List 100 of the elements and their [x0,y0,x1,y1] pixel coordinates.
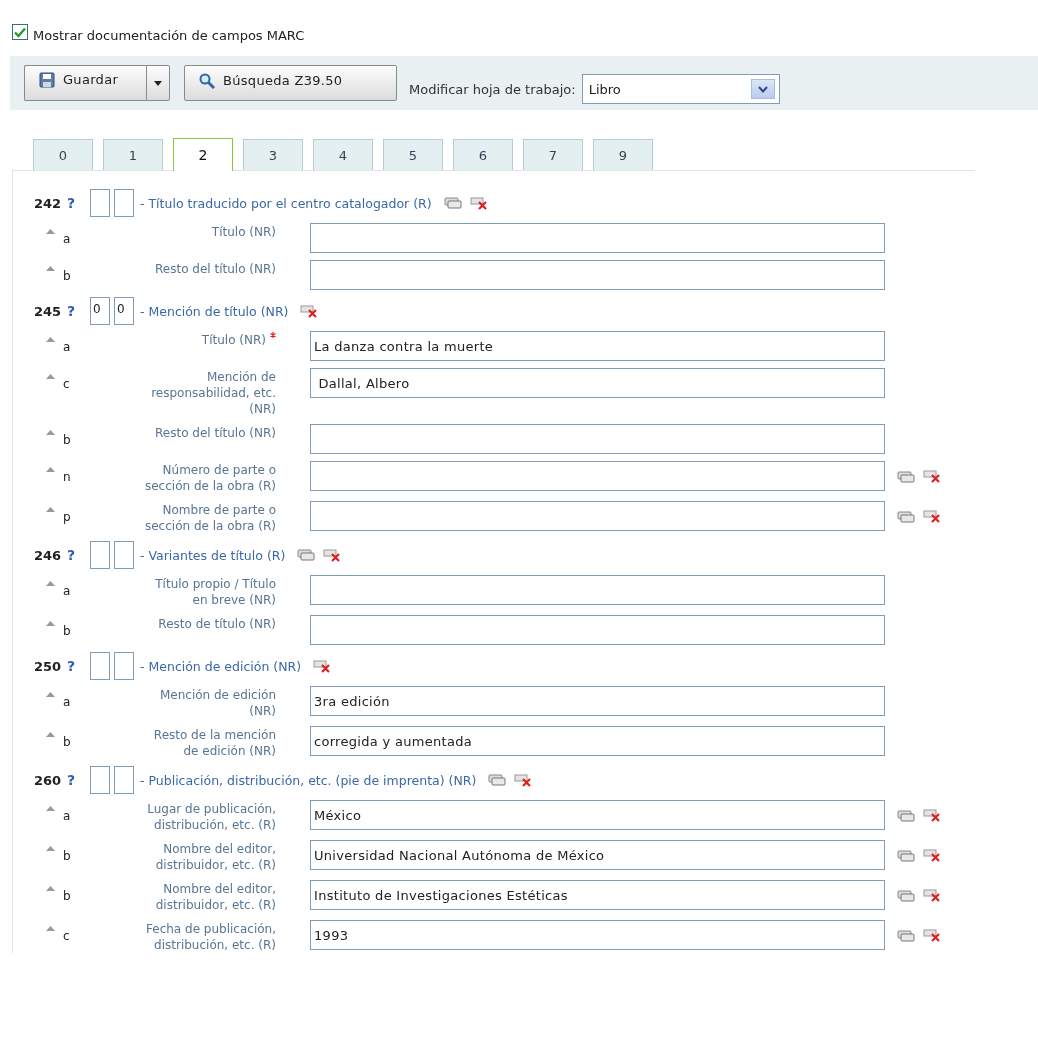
subfield-code: c [63,929,70,943]
input-field[interactable] [310,501,885,531]
help-link[interactable]: ? [67,303,90,319]
search-icon [199,73,215,89]
collapse-arrow-icon[interactable] [46,621,55,626]
subfield-label: Nombre del editor, distribuidor, etc. (R) [154,881,276,913]
indicator-field[interactable] [114,189,134,217]
input-field[interactable] [310,223,885,253]
delete-icon[interactable] [323,548,342,562]
field-tag: 260 [34,772,67,788]
help-link[interactable]: ? [67,772,90,788]
collapse-arrow-icon[interactable] [46,886,55,891]
delete-icon[interactable] [923,889,941,902]
clone-icon[interactable] [897,809,915,822]
clone-icon[interactable] [897,510,915,523]
subfield-code: b [63,735,71,749]
collapse-arrow-icon[interactable] [46,732,55,737]
tab[interactable]: 2 [173,138,233,171]
subfield-label: Mención de responsabilidad, etc. (NR) [150,369,276,417]
clone-icon[interactable] [897,929,915,942]
delete-icon[interactable] [923,809,941,822]
delete-icon[interactable] [469,196,488,210]
tab[interactable]: 5 [383,139,443,170]
help-link[interactable]: ? [67,195,90,211]
input-field[interactable]: México [310,800,885,830]
clone-icon[interactable] [297,549,316,561]
indicator-field[interactable] [90,652,110,680]
input-field[interactable]: Universidad Nacional Autónoma de México [310,840,885,870]
worksheet-select[interactable]: Libro [581,74,780,104]
input-field[interactable]: La danza contra la muerte [310,331,885,361]
field-tag: 250 [34,658,67,674]
subfield-label: Resto de la mención de edición (NR) [152,727,276,759]
help-link[interactable]: ? [67,658,90,674]
clone-icon[interactable] [897,470,915,483]
collapse-arrow-icon[interactable] [46,467,55,472]
input-field[interactable] [310,461,885,491]
delete-icon[interactable] [923,470,941,483]
search-button[interactable]: Búsqueda Z39.50 [184,65,397,101]
tab[interactable]: 6 [453,139,513,170]
clone-icon[interactable] [488,774,507,786]
subfield-label: Nombre del editor, distribuidor, etc. (R) [154,841,276,873]
indicator-field[interactable]: 0 [114,297,134,325]
input-field[interactable]: Instituto de Investigaciones Estéticas [310,880,885,910]
subfield-code: b [63,849,71,863]
indicator-field[interactable] [90,189,110,217]
save-button[interactable]: Guardar [24,65,146,101]
subfield-code: b [63,433,71,447]
tab[interactable]: 7 [523,139,583,170]
subfield-label: Resto del título (NR) [154,261,276,278]
delete-icon[interactable] [514,773,533,787]
subfield-code: a [63,809,71,823]
tab[interactable]: 0 [33,139,93,170]
input-field[interactable] [310,424,885,454]
input-field[interactable]: Dallal, Albero [310,368,885,398]
indicator-field[interactable] [114,541,134,569]
collapse-arrow-icon[interactable] [46,337,55,342]
collapse-arrow-icon[interactable] [46,266,55,271]
indicator-field[interactable] [90,541,110,569]
input-field[interactable]: 1993 [310,920,885,950]
input-field[interactable] [310,615,885,645]
collapse-arrow-icon[interactable] [46,229,55,234]
input-field[interactable] [310,260,885,290]
subfield-code: b [63,269,71,283]
help-link[interactable]: ? [67,547,90,563]
delete-icon[interactable] [923,929,941,942]
checkbox-label: Mostrar documentación de campos MARC [33,27,305,43]
indicator-field[interactable] [90,766,110,794]
clone-icon[interactable] [897,889,915,902]
clone-icon[interactable] [897,849,915,862]
subfield-label: Título propio / Título en breve (NR) [154,576,276,608]
collapse-arrow-icon[interactable] [46,581,55,586]
subfield-code: a [63,340,71,354]
field-title: - Título traducido por el centro catalogador (R) [140,195,432,211]
delete-icon[interactable] [300,304,319,318]
collapse-arrow-icon[interactable] [46,507,55,512]
collapse-arrow-icon[interactable] [46,806,55,811]
tab[interactable]: 3 [243,139,303,170]
input-field[interactable]: corregida y aumentada [310,726,885,756]
delete-icon[interactable] [923,849,941,862]
indicator-field[interactable] [114,766,134,794]
tab[interactable]: 4 [313,139,373,170]
checkbox[interactable] [12,24,28,40]
delete-icon[interactable] [923,510,941,523]
collapse-arrow-icon[interactable] [46,692,55,697]
tab[interactable]: 9 [593,139,653,170]
subfield-label: Número de parte o sección de la obra (R) [144,462,276,494]
collapse-arrow-icon[interactable] [46,374,55,379]
field-title: - Mención de edición (NR) [140,658,302,674]
collapse-arrow-icon[interactable] [46,430,55,435]
indicator-field[interactable] [114,652,134,680]
delete-icon[interactable] [313,659,332,673]
collapse-arrow-icon[interactable] [46,926,55,931]
indicator-field[interactable]: 0 [90,297,110,325]
input-field[interactable]: 3ra edición [310,686,885,716]
tab[interactable]: 1 [103,139,163,170]
subfield-label: Título (NR) [106,331,276,361]
clone-icon[interactable] [443,197,462,209]
input-field[interactable] [310,575,885,605]
dropdown-button[interactable] [146,65,170,101]
collapse-arrow-icon[interactable] [46,846,55,851]
